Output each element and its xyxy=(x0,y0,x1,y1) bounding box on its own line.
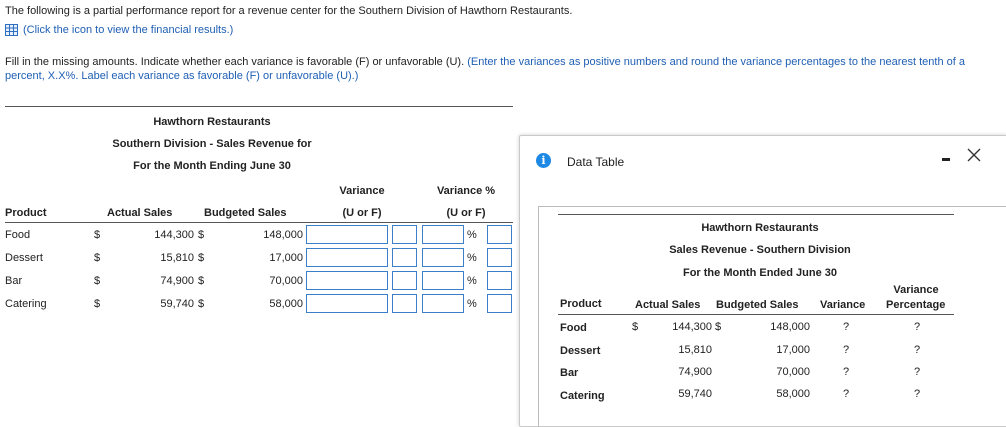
instructions-plain: Fill in the missing amounts. Indicate wh… xyxy=(5,56,468,68)
percent-sign: % xyxy=(467,229,477,241)
variance-amount-input[interactable] xyxy=(306,294,388,313)
currency-sign: $ xyxy=(198,275,205,287)
header-variance-top: Variance xyxy=(893,284,939,296)
percent-sign: % xyxy=(467,298,477,310)
currency-sign: $ xyxy=(94,275,101,287)
variance-pct-input[interactable] xyxy=(422,271,464,290)
row-budgeted-sales: 148,000 xyxy=(263,229,303,241)
row-budgeted-sales: 17,000 xyxy=(269,252,303,264)
dt-row-variance: ? xyxy=(843,366,850,378)
currency-sign: $ xyxy=(198,229,205,241)
dt-row-product: Dessert xyxy=(560,345,601,357)
header-actual-sales: Actual Sales xyxy=(107,207,173,219)
dt-row-percentage: ? xyxy=(914,388,921,400)
row-product: Bar xyxy=(5,275,23,287)
data-table-dialog: i Data Table Hawthorn Restaurants Sales … xyxy=(519,135,1006,427)
view-financial-results-label[interactable]: (Click the icon to view the financial re… xyxy=(23,24,233,36)
row-product: Dessert xyxy=(5,252,43,264)
data-table-header-rule xyxy=(558,314,954,315)
currency-sign: $ xyxy=(715,321,722,333)
dt-row-percentage: ? xyxy=(914,321,921,333)
variance-uf-input[interactable] xyxy=(392,271,417,290)
row-actual-sales: 59,740 xyxy=(160,298,194,310)
data-table-subtitle: Sales Revenue - Southern Division xyxy=(669,244,851,256)
dt-row-budgeted-sales: 58,000 xyxy=(776,388,810,400)
dt-row-actual-sales: 59,740 xyxy=(678,388,712,400)
row-product: Food xyxy=(5,229,31,241)
close-button[interactable] xyxy=(966,147,982,163)
header-variance-uf: (U or F) xyxy=(342,207,382,219)
dt-row-variance: ? xyxy=(843,344,850,356)
variance-amount-input[interactable] xyxy=(306,271,388,290)
dt-row-product: Bar xyxy=(560,367,579,379)
variance-pct-input[interactable] xyxy=(422,225,464,244)
dt-header-variance: Variance xyxy=(820,299,866,311)
instructions: Fill in the missing amounts. Indicate wh… xyxy=(5,55,1001,83)
dt-header-product: Product xyxy=(560,298,602,310)
variance-pct-uf-input[interactable] xyxy=(487,271,512,290)
header-variance: Variance xyxy=(339,185,385,197)
dt-header-actual-sales: Actual Sales xyxy=(635,299,701,311)
row-actual-sales: 74,900 xyxy=(160,275,194,287)
report-company: Hawthorn Restaurants xyxy=(153,116,271,128)
view-financial-results-link[interactable]: (Click the icon to view the financial re… xyxy=(5,24,233,36)
table-icon[interactable] xyxy=(5,24,18,36)
currency-sign: $ xyxy=(94,298,101,310)
minimize-button[interactable] xyxy=(940,150,952,166)
row-product: Catering xyxy=(5,298,47,310)
dt-row-budgeted-sales: 70,000 xyxy=(776,366,810,378)
percent-sign: % xyxy=(467,275,477,287)
dt-row-product: Food xyxy=(560,322,587,334)
header-product: Product xyxy=(5,207,47,219)
dt-row-product: Catering xyxy=(560,390,605,402)
variance-amount-input[interactable] xyxy=(306,225,388,244)
report-subtitle: Southern Division - Sales Revenue for xyxy=(112,138,312,150)
row-budgeted-sales: 70,000 xyxy=(269,275,303,287)
row-budgeted-sales: 58,000 xyxy=(269,298,303,310)
dt-header-budgeted-sales: Budgeted Sales xyxy=(716,299,799,311)
dt-header-percentage: Percentage xyxy=(886,299,946,311)
variance-uf-input[interactable] xyxy=(392,248,417,267)
dt-row-variance: ? xyxy=(843,321,850,333)
dialog-title: Data Table xyxy=(567,155,625,169)
dt-row-budgeted-sales: 148,000 xyxy=(770,321,810,333)
header-budgeted-sales: Budgeted Sales xyxy=(204,207,287,219)
variance-pct-uf-input[interactable] xyxy=(487,225,512,244)
close-icon[interactable] xyxy=(966,147,982,163)
variance-pct-input[interactable] xyxy=(422,294,464,313)
variance-amount-input[interactable] xyxy=(306,248,388,267)
data-table-period: For the Month Ended June 30 xyxy=(682,267,837,279)
variance-uf-input[interactable] xyxy=(392,294,417,313)
header-variance-pct: Variance % xyxy=(436,185,496,197)
dt-row-actual-sales: 144,300 xyxy=(672,321,712,333)
currency-sign: $ xyxy=(94,229,101,241)
currency-sign: $ xyxy=(198,252,205,264)
row-actual-sales: 144,300 xyxy=(154,229,194,241)
minimize-icon[interactable] xyxy=(940,150,952,166)
variance-pct-uf-input[interactable] xyxy=(487,294,512,313)
dt-row-budgeted-sales: 17,000 xyxy=(776,344,810,356)
currency-sign: $ xyxy=(198,298,205,310)
currency-sign: $ xyxy=(94,252,101,264)
dt-row-percentage: ? xyxy=(914,344,921,356)
header-variance-pct-uf: (U or F) xyxy=(446,207,486,219)
percent-sign: % xyxy=(467,252,477,264)
variance-pct-input[interactable] xyxy=(422,248,464,267)
info-icon: i xyxy=(536,153,551,168)
data-table-company: Hawthorn Restaurants xyxy=(701,222,819,234)
variance-pct-uf-input[interactable] xyxy=(487,248,512,267)
intro-text: The following is a partial performance r… xyxy=(5,5,573,17)
dt-row-variance: ? xyxy=(843,388,850,400)
dt-row-percentage: ? xyxy=(914,366,921,378)
dt-row-actual-sales: 74,900 xyxy=(678,366,712,378)
row-actual-sales: 15,810 xyxy=(160,252,194,264)
report-top-rule xyxy=(5,106,513,107)
data-table-top-rule xyxy=(558,214,954,215)
variance-uf-input[interactable] xyxy=(392,225,417,244)
report-header-rule xyxy=(5,222,513,223)
dt-row-actual-sales: 15,810 xyxy=(678,344,712,356)
currency-sign: $ xyxy=(632,321,639,333)
report-period: For the Month Ending June 30 xyxy=(133,160,291,172)
